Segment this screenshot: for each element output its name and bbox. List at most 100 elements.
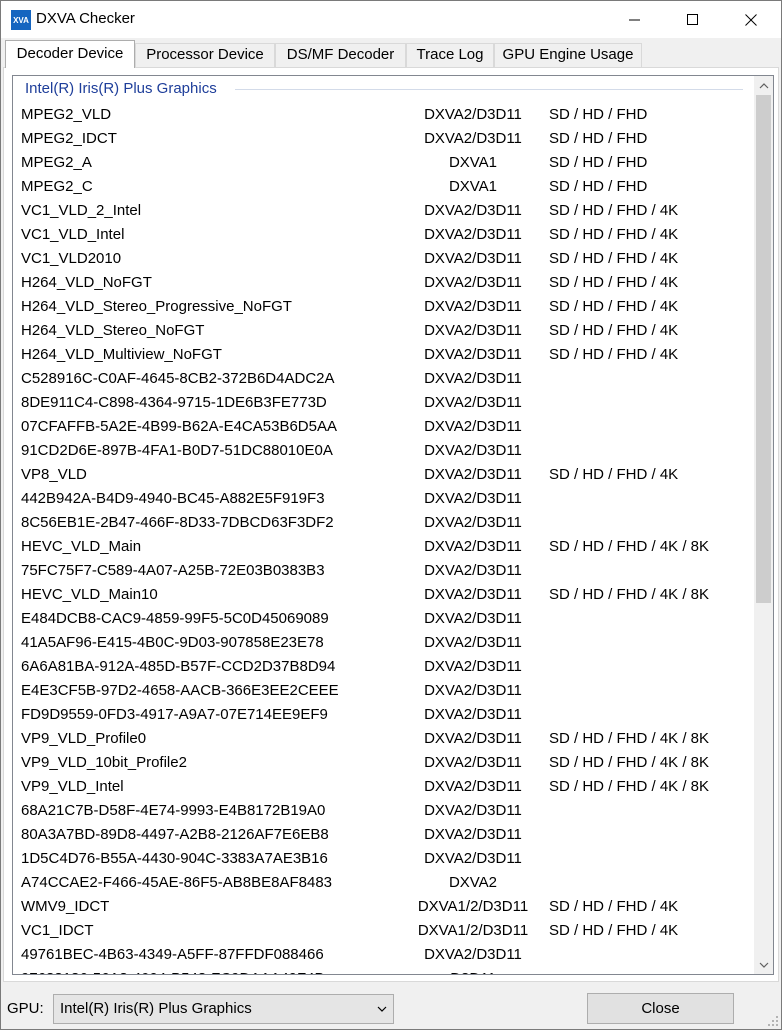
- list-item[interactable]: 8C56EB1E-2B47-466F-8D33-7DBCD63F3DF2 DXVA…: [13, 511, 753, 535]
- list-item[interactable]: H264_VLD_Stereo_Progressive_NoFGT DXVA2/D…: [13, 295, 753, 319]
- list-item[interactable]: 49761BEC-4B63-4349-A5FF-87FFDF088466 DXVA…: [13, 943, 753, 967]
- gpu-label: GPU:: [7, 1000, 44, 1017]
- list-item[interactable]: 75FC75F7-C589-4A07-A25B-72E03B0383B3 DXVA…: [13, 559, 753, 583]
- list-item[interactable]: 8DE911C4-C898-4364-9715-1DE6B3FE773D DXVA…: [13, 391, 753, 415]
- cell-name: VP9_VLD_Intel: [21, 778, 124, 795]
- scroll-up-button[interactable]: [754, 76, 773, 95]
- cell-api: DXVA2/D3D11: [424, 250, 522, 267]
- list-item[interactable]: VC1_IDCT DXVA1/2/D3D11 SD / HD / FHD / 4K: [13, 919, 753, 943]
- cell-api: DXVA2/D3D11: [424, 130, 522, 147]
- resize-grip-icon[interactable]: [765, 1013, 779, 1027]
- list-item[interactable]: VC1_VLD_Intel DXVA2/D3D11 SD / HD / FHD / …: [13, 223, 753, 247]
- cell-api: DXVA2/D3D11: [424, 946, 522, 963]
- cell-api: DXVA2/D3D11: [424, 850, 522, 867]
- scroll-down-button[interactable]: [754, 955, 773, 974]
- title-bar[interactable]: XVA DXVA Checker: [1, 1, 781, 38]
- list-item[interactable]: VP9_VLD_10bit_Profile2 DXVA2/D3D11 SD / HD…: [13, 751, 753, 775]
- cell-name: VC1_VLD2010: [21, 250, 122, 267]
- cell-name: VP9_VLD_Profile0: [21, 730, 147, 747]
- tab-trace-log[interactable]: Trace Log: [406, 43, 494, 67]
- maximize-icon: [687, 13, 698, 25]
- list-item[interactable]: VC1_VLD2010 DXVA2/D3D11 SD / HD / FHD / 4K: [13, 247, 753, 271]
- close-window-button[interactable]: [722, 1, 780, 38]
- cell-api: DXVA2: [448, 874, 498, 891]
- cell-name: E484DCB8-CAC9-4859-99F5-5C0D45069089: [21, 610, 329, 627]
- scrollbar-thumb[interactable]: [756, 95, 771, 603]
- cell-api: DXVA2/D3D11: [424, 442, 522, 459]
- list-item[interactable]: 91CD2D6E-897B-4FA1-B0D7-51DC88010E0A DXVA…: [13, 439, 753, 463]
- cell-api: DXVA2/D3D11: [424, 106, 522, 123]
- cell-res: SD / HD / FHD / 4K: [549, 346, 679, 363]
- cell-name: MPEG2_A: [21, 154, 92, 171]
- tab-processor-device[interactable]: Processor Device: [135, 43, 275, 67]
- tab-bar: Decoder Device Processor Device DS/MF De…: [1, 39, 781, 68]
- list-item[interactable]: VP9_VLD_Profile0 DXVA2/D3D11 SD / HD / FHD…: [13, 727, 753, 751]
- cell-api: DXVA1/2/D3D11: [417, 922, 529, 939]
- list-item[interactable]: 6A6A81BA-912A-485D-B57F-CCD2D37B8D94 DXVA…: [13, 655, 753, 679]
- list-item[interactable]: WMV9_IDCT DXVA1/2/D3D11 SD / HD / FHD / 4K: [13, 895, 753, 919]
- cell-res: SD / HD / FHD: [549, 154, 648, 171]
- tab-gpu-engine-usage[interactable]: GPU Engine Usage: [494, 43, 642, 67]
- close-button[interactable]: Close: [587, 993, 734, 1024]
- list-item[interactable]: H264_VLD_Stereo_NoFGT DXVA2/D3D11 SD / HD …: [13, 319, 753, 343]
- cell-res: SD / HD / FHD: [549, 106, 648, 123]
- gpu-select[interactable]: Intel(R) Iris(R) Plus Graphics: [53, 994, 394, 1024]
- list-item[interactable]: H264_VLD_Multiview_NoFGT DXVA2/D3D11 SD / …: [13, 343, 753, 367]
- list-item[interactable]: 41A5AF96-E415-4B0C-9D03-907858E23E78 DXVA…: [13, 631, 753, 655]
- cell-name: VC1_VLD_2_Intel: [21, 202, 142, 219]
- minimize-button[interactable]: [606, 1, 664, 38]
- decoder-list[interactable]: Intel(R) Iris(R) Plus Graphics MPEG2_VLD…: [12, 75, 774, 975]
- cell-api: DXVA2/D3D11: [424, 466, 522, 483]
- list-item[interactable]: H264_VLD_NoFGT DXVA2/D3D11 SD / HD / FHD /…: [13, 271, 753, 295]
- list-item[interactable]: A74CCAE2-F466-45AE-86F5-AB8BE8AF8483 DXVA…: [13, 871, 753, 895]
- cell-api: DXVA2/D3D11: [424, 346, 522, 363]
- list-item[interactable]: MPEG2_IDCT DXVA2/D3D11 SD / HD / FHD: [13, 127, 753, 151]
- list-item[interactable]: MPEG2_C DXVA1 SD / HD / FHD: [13, 175, 753, 199]
- cell-api: DXVA2/D3D11: [424, 658, 522, 675]
- cell-api: DXVA2/D3D11: [424, 778, 522, 795]
- list-item[interactable]: E4E3CF5B-97D2-4658-AACB-366E3EE2CEEE DXVA…: [13, 679, 753, 703]
- list-item[interactable]: VP8_VLD DXVA2/D3D11 SD / HD / FHD / 4K: [13, 463, 753, 487]
- list-item[interactable]: MPEG2_VLD DXVA2/D3D11 SD / HD / FHD: [13, 103, 753, 127]
- list-item[interactable]: E484DCB8-CAC9-4859-99F5-5C0D45069089 DXVA…: [13, 607, 753, 631]
- cell-name: 41A5AF96-E415-4B0C-9D03-907858E23E78: [21, 634, 324, 651]
- list-item[interactable]: VC1_VLD_2_Intel DXVA2/D3D11 SD / HD / FHD …: [13, 199, 753, 223]
- cell-api: DXVA2/D3D11: [424, 322, 522, 339]
- list-item[interactable]: 80A3A7BD-89D8-4497-A2B8-2126AF7E6EB8 DXVA…: [13, 823, 753, 847]
- window-title: DXVA Checker: [36, 10, 135, 27]
- cell-api: DXVA2/D3D11: [424, 610, 522, 627]
- cell-name: A74CCAE2-F466-45AE-86F5-AB8BE8AF8483: [21, 874, 333, 891]
- cell-api: DXVA2/D3D11: [424, 586, 522, 603]
- cell-res: SD / HD / FHD / 4K: [549, 274, 679, 291]
- cell-res: SD / HD / FHD / 4K: [549, 226, 679, 243]
- list-item[interactable]: 07CFAFFB-5A2E-4B99-B62A-E4CA53B6D5AA DXVA…: [13, 415, 753, 439]
- list-item[interactable]: 68A21C7B-D58F-4E74-9993-E4B8172B19A0 DXVA…: [13, 799, 753, 823]
- cell-res: SD / HD / FHD / 4K / 8K: [549, 586, 710, 603]
- list-item[interactable]: MPEG2_A DXVA1 SD / HD / FHD: [13, 151, 753, 175]
- cell-name: HEVC_VLD_Main: [21, 538, 142, 555]
- cell-api: DXVA2/D3D11: [424, 490, 522, 507]
- list-item[interactable]: 97688186-56A8-4094-B543-FC9DAAA49F4B D3D1…: [13, 967, 753, 974]
- list-item[interactable]: 442B942A-B4D9-4940-BC45-A882E5F919F3 DXVA…: [13, 487, 753, 511]
- group-divider: [235, 89, 743, 90]
- list-item[interactable]: VP9_VLD_Intel DXVA2/D3D11 SD / HD / FHD / …: [13, 775, 753, 799]
- list-item[interactable]: HEVC_VLD_Main DXVA2/D3D11 SD / HD / FHD / …: [13, 535, 753, 559]
- cell-name: VC1_IDCT: [21, 922, 94, 939]
- cell-res: SD / HD / FHD / 4K: [549, 202, 679, 219]
- cell-api: D3D11: [403, 967, 543, 974]
- list-item[interactable]: C528916C-C0AF-4645-8CB2-372B6D4ADC2A DXVA…: [13, 367, 753, 391]
- vertical-scrollbar[interactable]: [754, 76, 773, 974]
- tab-decoder-device[interactable]: Decoder Device: [5, 40, 135, 68]
- cell-api: DXVA2/D3D11: [424, 730, 522, 747]
- cell-res: SD / HD / FHD / 4K: [549, 298, 679, 315]
- cell-api: DXVA1: [448, 178, 498, 195]
- list-item[interactable]: HEVC_VLD_Main10 DXVA2/D3D11 SD / HD / FHD …: [13, 583, 753, 607]
- cell-name: FD9D9559-0FD3-4917-A9A7-07E714EE9EF9: [21, 706, 328, 723]
- list-item[interactable]: 1D5C4D76-B55A-4430-904C-3383A7AE3B16 DXVA…: [13, 847, 753, 871]
- cell-name: MPEG2_IDCT: [21, 130, 117, 147]
- tab-ds-mf-decoder[interactable]: DS/MF Decoder: [275, 43, 406, 67]
- list-item[interactable]: FD9D9559-0FD3-4917-A9A7-07E714EE9EF9 DXVA…: [13, 703, 753, 727]
- chevron-up-icon: [759, 82, 768, 88]
- maximize-button[interactable]: [664, 1, 722, 38]
- cell-name: 80A3A7BD-89D8-4497-A2B8-2126AF7E6EB8: [21, 826, 329, 843]
